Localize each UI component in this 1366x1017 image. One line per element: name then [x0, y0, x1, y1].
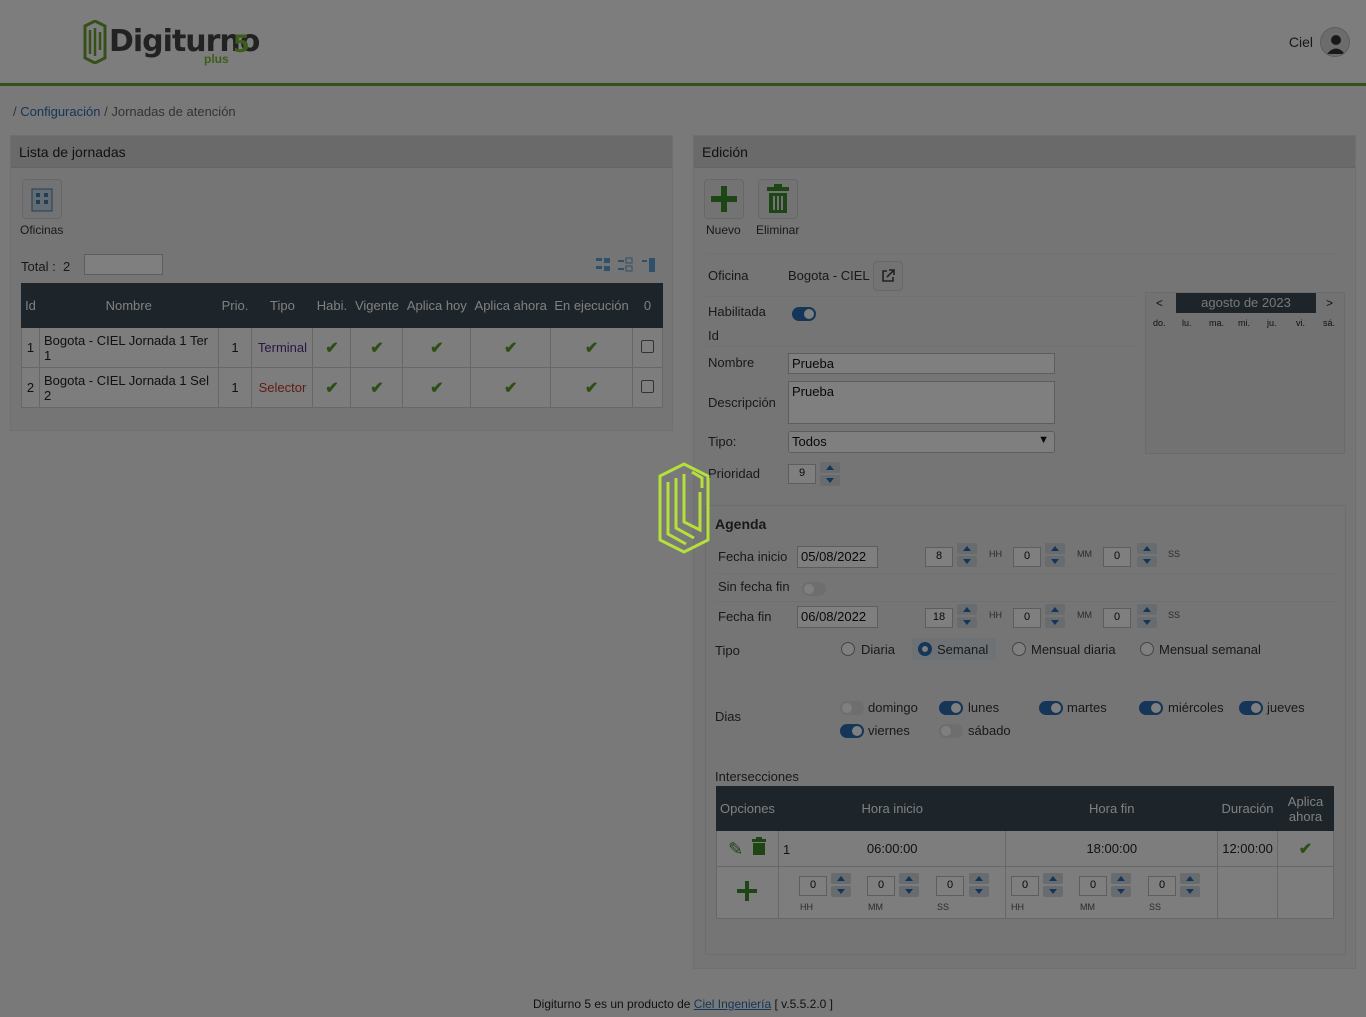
- loading-spinner-icon: [658, 462, 710, 554]
